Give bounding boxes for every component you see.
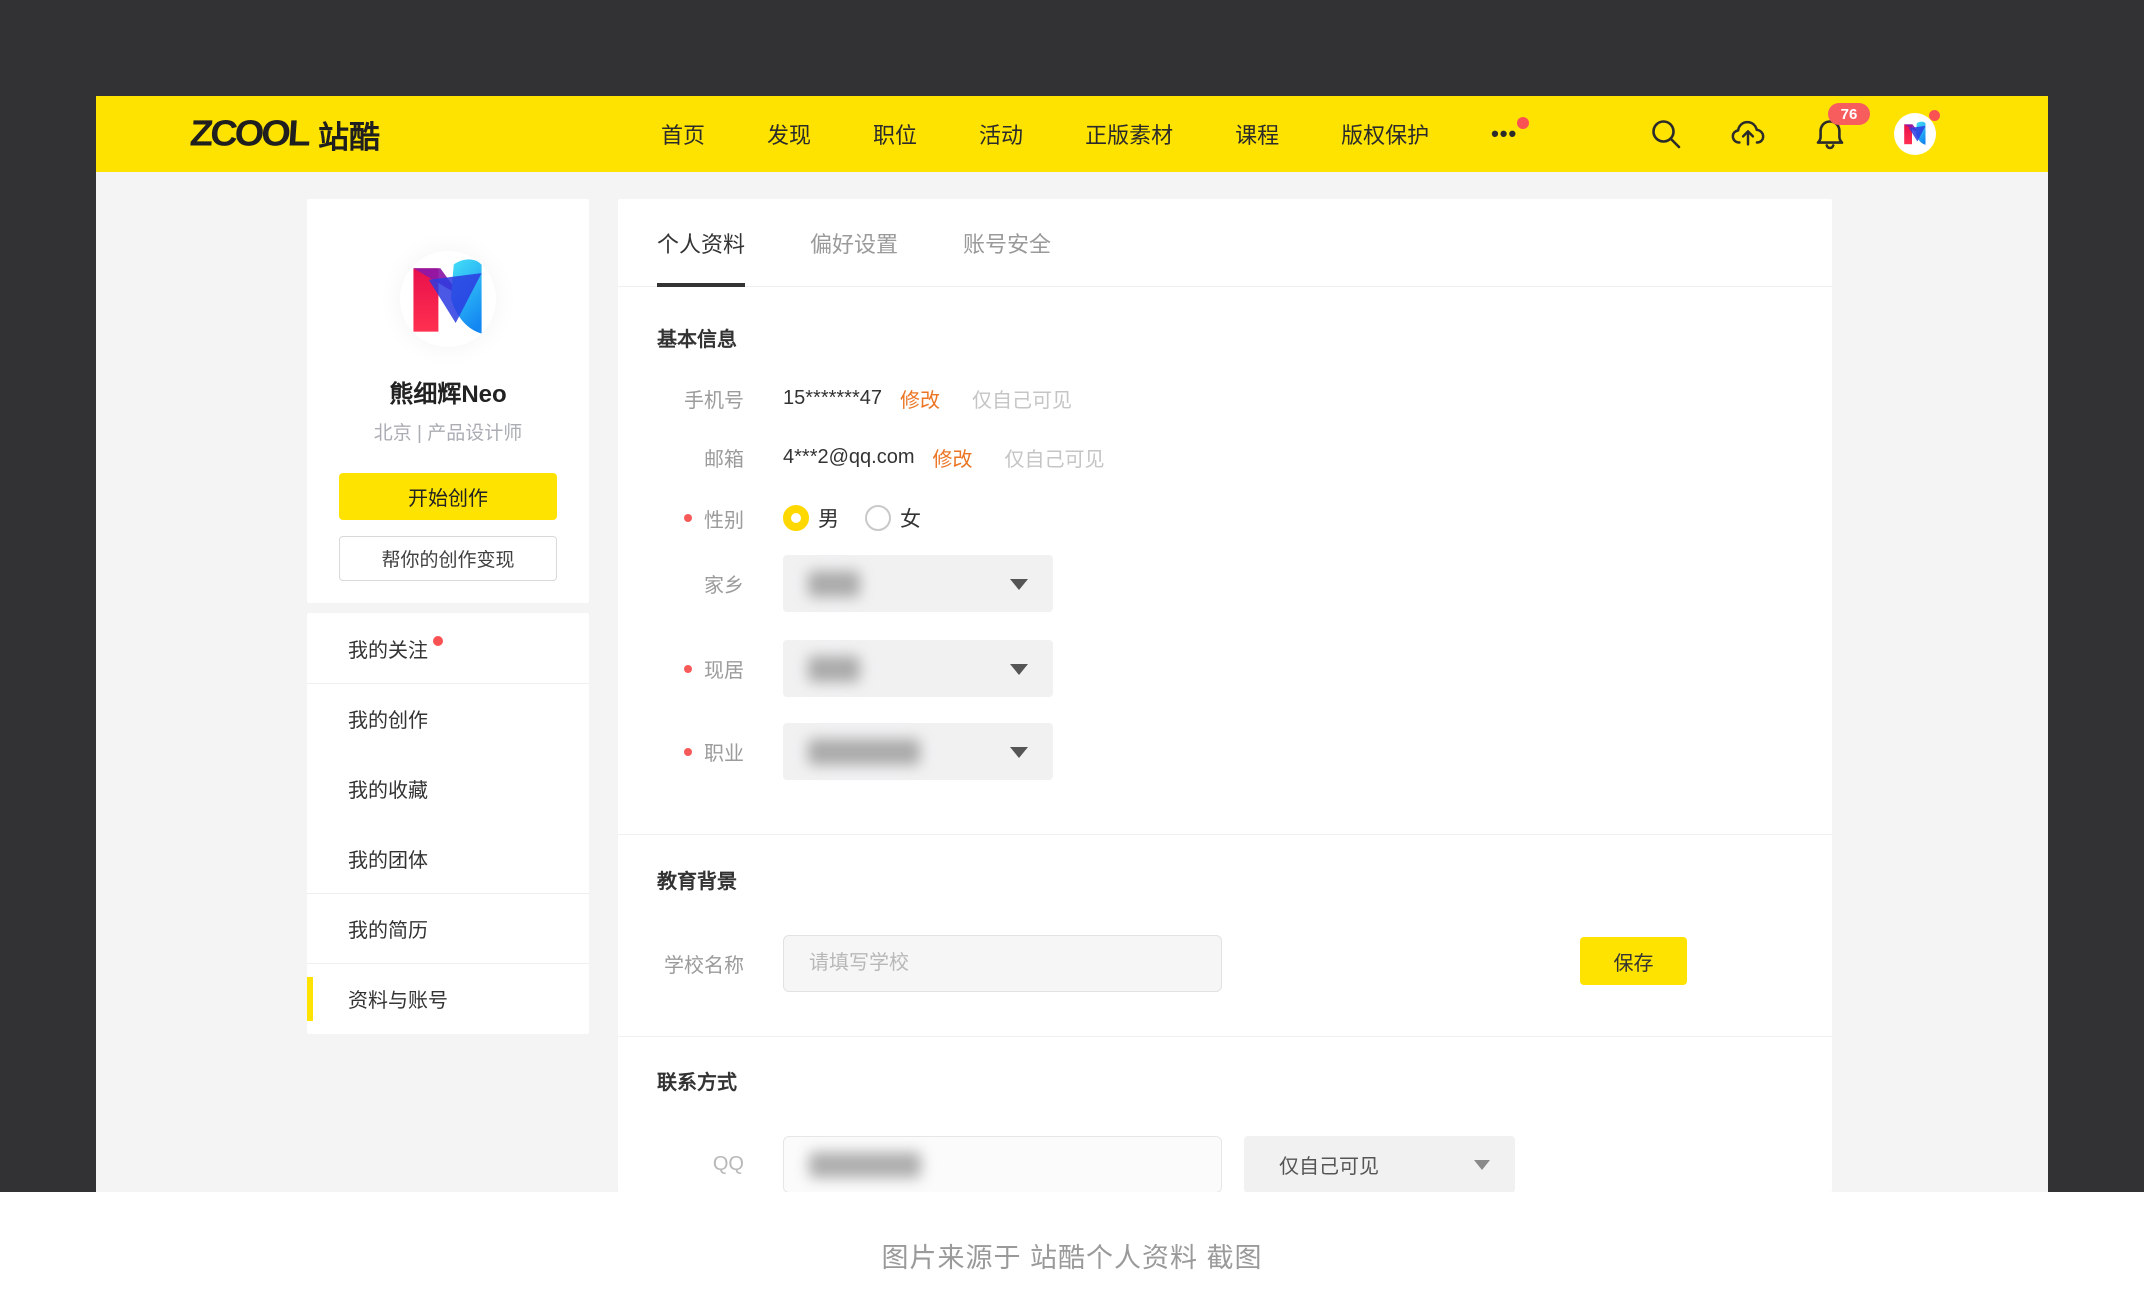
chevron-down-icon: [1010, 579, 1028, 590]
zcool-logo-wordmark: ZCOOL: [189, 113, 310, 154]
sidebar-item-label: 资料与账号: [348, 984, 448, 1013]
residence-label: 现居: [618, 654, 744, 683]
chevron-down-icon: [1010, 664, 1028, 675]
school-name-label: 学校名称: [618, 949, 744, 978]
ellipsis-icon: •••: [1491, 121, 1517, 146]
email-label: 邮箱: [618, 443, 744, 472]
email-edit-link[interactable]: 修改: [932, 443, 972, 472]
save-button[interactable]: 保存: [1580, 937, 1687, 985]
required-dot: [684, 665, 692, 673]
search-icon[interactable]: [1648, 116, 1684, 152]
nav-item-courses[interactable]: 课程: [1235, 118, 1279, 150]
notification-dot: [1517, 117, 1529, 129]
residence-select[interactable]: [783, 640, 1053, 697]
gender-radio-female[interactable]: [865, 505, 891, 531]
chevron-down-icon: [1010, 747, 1028, 758]
section-title-contact: 联系方式: [657, 1066, 737, 1095]
email-row: 邮箱 4***2@qq.com 修改 仅自己可见: [618, 436, 1832, 478]
sidebar-item-my-collections[interactable]: 我的收藏: [307, 753, 589, 823]
phone-visibility-note: 仅自己可见: [972, 384, 1072, 413]
unread-dot: [433, 636, 443, 646]
sidebar-item-following[interactable]: 我的关注: [307, 613, 589, 683]
sidebar-item-profile-account[interactable]: 资料与账号: [307, 963, 589, 1033]
email-visibility-note: 仅自己可见: [1004, 443, 1104, 472]
top-navbar: ZCOOL 站酷 首页 发现 职位 活动 正版素材 课程 版权保护 •••: [96, 96, 2048, 172]
phone-label: 手机号: [618, 384, 744, 413]
section-title-basic-info: 基本信息: [657, 323, 737, 352]
gender-option-female: 女: [900, 503, 921, 533]
tab-personal-profile[interactable]: 个人资料: [657, 199, 745, 286]
hometown-row: 家乡: [618, 555, 1832, 612]
notifications-bell-icon[interactable]: 76: [1812, 116, 1848, 152]
qq-row: QQ 仅自己可见: [618, 1136, 1832, 1192]
redacted-value: [808, 739, 920, 765]
required-dot: [684, 748, 692, 756]
user-avatar[interactable]: [1894, 113, 1936, 155]
sidebar-item-label: 我的简历: [348, 914, 428, 943]
upload-cloud-icon[interactable]: [1730, 116, 1766, 152]
sidebar-item-label: 我的收藏: [348, 774, 428, 803]
sidebar-item-my-groups[interactable]: 我的团体: [307, 823, 589, 893]
divider: [618, 834, 1832, 835]
qq-visibility-select[interactable]: 仅自己可见: [1244, 1136, 1515, 1192]
profile-avatar[interactable]: [400, 251, 496, 347]
sidebar-item-my-resume[interactable]: 我的简历: [307, 893, 589, 963]
nav-item-jobs[interactable]: 职位: [873, 118, 917, 150]
gender-row: 性别 男 女: [618, 497, 1832, 539]
redacted-value: [808, 571, 860, 597]
sidebar-item-label: 我的创作: [348, 704, 428, 733]
occupation-select[interactable]: [783, 723, 1053, 780]
gender-label: 性别: [618, 504, 744, 533]
sidebar-item-label: 我的团体: [348, 844, 428, 873]
nav-item-licensed-assets[interactable]: 正版素材: [1085, 118, 1173, 150]
settings-panel: 个人资料 偏好设置 账号安全 基本信息 手机号 15*******47 修改 仅…: [618, 199, 1832, 1192]
phone-row: 手机号 15*******47 修改 仅自己可见: [618, 377, 1832, 419]
email-value: 4***2@qq.com: [783, 446, 914, 469]
hometown-select[interactable]: [783, 555, 1053, 612]
start-creating-button[interactable]: 开始创作: [339, 473, 557, 520]
dark-backdrop: ZCOOL 站酷 首页 发现 职位 活动 正版素材 课程 版权保护 •••: [0, 0, 2144, 1192]
qq-input[interactable]: [783, 1136, 1222, 1192]
profile-meta: 北京 | 产品设计师: [307, 418, 589, 445]
redacted-value: [808, 656, 860, 682]
avatar-notification-dot: [1929, 110, 1940, 121]
redacted-value: [809, 1152, 921, 1178]
nav-item-copyright[interactable]: 版权保护: [1341, 118, 1429, 150]
chevron-down-icon: [1474, 1160, 1490, 1170]
qq-label: QQ: [618, 1153, 744, 1176]
phone-value: 15*******47: [783, 387, 882, 410]
divider: [618, 1036, 1832, 1037]
gender-option-male: 男: [818, 503, 839, 533]
monetize-button[interactable]: 帮你的创作变现: [339, 536, 557, 581]
zcool-logo[interactable]: ZCOOL 站酷: [190, 96, 380, 172]
nav-item-discover[interactable]: 发现: [767, 118, 811, 150]
sidebar-item-label: 我的关注: [348, 634, 428, 663]
tab-preferences[interactable]: 偏好设置: [810, 199, 898, 286]
settings-tabs: 个人资料 偏好设置 账号安全: [618, 199, 1832, 287]
tab-account-security[interactable]: 账号安全: [963, 199, 1051, 286]
gender-radio-male[interactable]: [783, 505, 809, 531]
phone-edit-link[interactable]: 修改: [900, 384, 940, 413]
nav-item-home[interactable]: 首页: [661, 118, 705, 150]
zcool-logo-cn: 站酷: [318, 112, 380, 157]
hometown-label: 家乡: [618, 569, 744, 598]
sidebar-item-my-works[interactable]: 我的创作: [307, 683, 589, 753]
nav-item-events[interactable]: 活动: [979, 118, 1023, 150]
notification-badge: 76: [1828, 103, 1870, 125]
sidebar-menu: 我的关注 我的创作 我的收藏 我的团体 我的简历 资料与账号: [307, 613, 589, 1034]
zcool-settings-page: ZCOOL 站酷 首页 发现 职位 活动 正版素材 课程 版权保护 •••: [96, 96, 2048, 1192]
required-dot: [684, 514, 692, 522]
qq-visibility-value: 仅自己可见: [1279, 1150, 1379, 1179]
occupation-label: 职业: [618, 737, 744, 766]
occupation-row: 职业: [618, 723, 1832, 780]
nav-more-menu[interactable]: •••: [1491, 121, 1517, 147]
image-caption: 图片来源于 站酷个人资料 截图: [0, 1236, 2144, 1275]
profile-card: 熊细辉Neo 北京 | 产品设计师 开始创作 帮你的创作变现: [307, 199, 589, 603]
residence-row: 现居: [618, 640, 1832, 697]
profile-name: 熊细辉Neo: [307, 374, 589, 409]
header-actions: 76: [1648, 96, 1936, 172]
school-name-input[interactable]: [783, 935, 1222, 992]
section-title-education: 教育背景: [657, 865, 737, 894]
main-nav: 首页 发现 职位 活动 正版素材 课程 版权保护 •••: [661, 96, 1517, 172]
